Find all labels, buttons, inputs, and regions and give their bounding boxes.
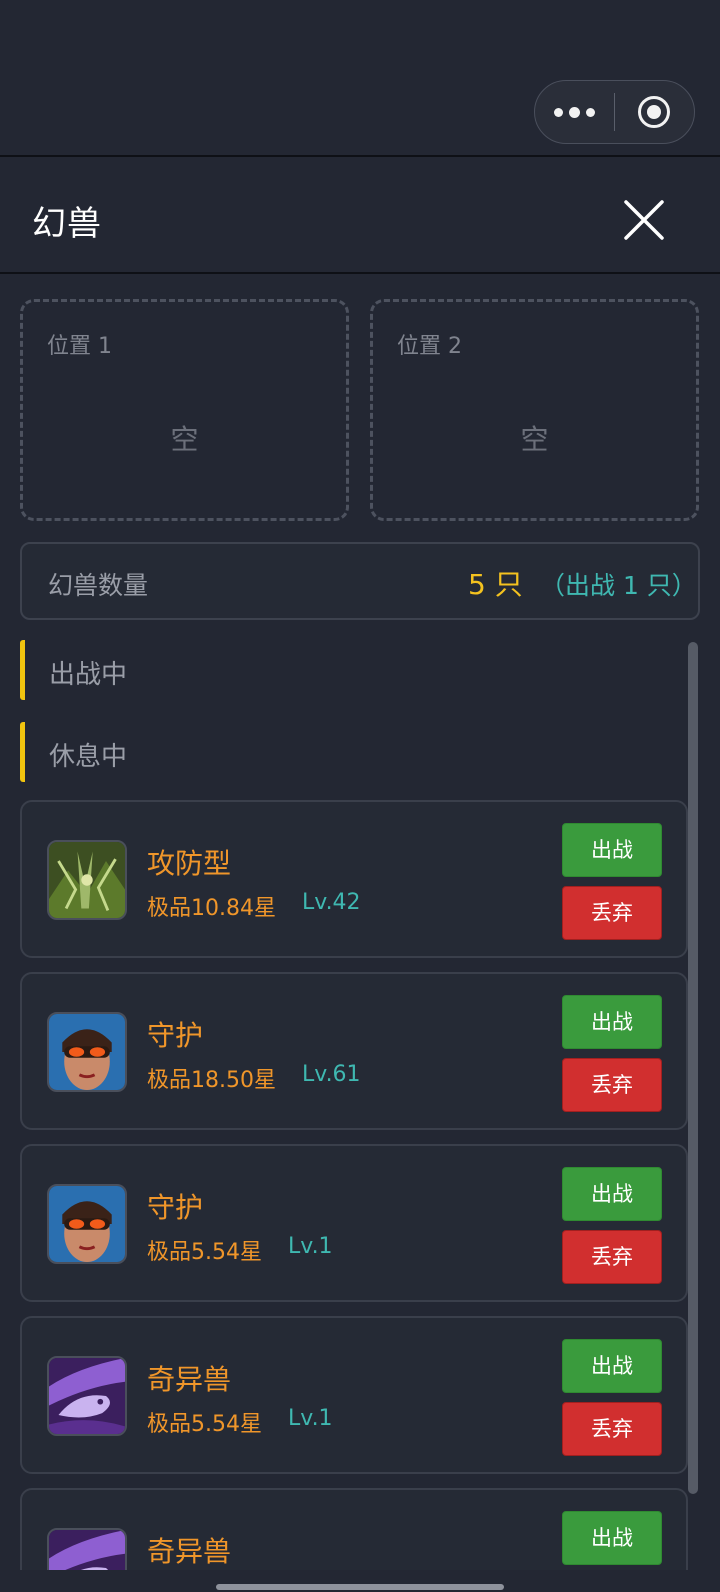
pet-card: 奇异兽 出战	[20, 1488, 688, 1570]
pet-name: 守护	[147, 1191, 204, 1224]
pet-count-value: 5 只	[468, 568, 523, 601]
nav-divider	[0, 155, 720, 157]
pet-card: 守护 极品18.50星 Lv.61 出战 丢弃	[20, 972, 688, 1130]
mini-program-capsule	[534, 80, 695, 144]
slot-label: 位置 1	[47, 334, 112, 359]
pet-count-box: 幻兽数量 5 只 （出战 1 只）	[20, 542, 700, 620]
pet-level: Lv.42	[302, 890, 361, 915]
pet-active-count: （出战 1 只）	[540, 571, 697, 600]
fight-button[interactable]: 出战	[562, 1511, 662, 1565]
pet-screen: 幻兽 位置 1 空 位置 2 空 幻兽数量 5 只 （出战 1 只） 出战中 休…	[0, 0, 720, 1592]
slot-2[interactable]: 位置 2 空	[370, 299, 699, 521]
fight-button[interactable]: 出战	[562, 995, 662, 1049]
pet-star: 极品18.50星	[147, 1068, 276, 1093]
header-divider	[0, 272, 720, 274]
pet-level: Lv.1	[288, 1234, 333, 1259]
pet-level: Lv.61	[302, 1062, 361, 1087]
section-resting: 休息中	[20, 722, 680, 782]
fight-button[interactable]: 出战	[562, 823, 662, 877]
pet-list[interactable]: 出战中 休息中 攻防型 极品10.84星 Lv.42 出战 丢弃 守护 极品18…	[0, 638, 720, 1570]
slot-1[interactable]: 位置 1 空	[20, 299, 349, 521]
pet-star: 极品5.54星	[147, 1412, 262, 1437]
pet-card: 守护 极品5.54星 Lv.1 出战 丢弃	[20, 1144, 688, 1302]
masked-warrior-icon	[47, 1012, 127, 1092]
section-title: 休息中	[49, 742, 128, 772]
pet-card: 奇异兽 极品5.54星 Lv.1 出战 丢弃	[20, 1316, 688, 1474]
home-indicator	[216, 1584, 504, 1590]
drop-button[interactable]: 丢弃	[562, 1058, 662, 1112]
pet-count-label: 幻兽数量	[48, 571, 149, 600]
page-title: 幻兽	[32, 204, 102, 244]
scrollbar[interactable]	[688, 642, 698, 1494]
pet-name: 奇异兽	[147, 1363, 232, 1396]
pet-star: 极品10.84星	[147, 896, 276, 921]
masked-warrior-icon	[47, 1184, 127, 1264]
pet-name: 守护	[147, 1019, 204, 1052]
fight-button[interactable]: 出战	[562, 1167, 662, 1221]
section-title: 出战中	[49, 660, 128, 690]
drop-button[interactable]: 丢弃	[562, 1402, 662, 1456]
drop-button[interactable]: 丢弃	[562, 1230, 662, 1284]
drop-button[interactable]: 丢弃	[562, 886, 662, 940]
section-fighting: 出战中	[20, 640, 680, 700]
purple-dragon-icon	[47, 1356, 127, 1436]
pet-name: 攻防型	[147, 847, 232, 880]
slot-label: 位置 2	[397, 334, 462, 359]
close-icon[interactable]	[622, 198, 666, 242]
pet-star: 极品5.54星	[147, 1240, 262, 1265]
pet-level: Lv.1	[288, 1406, 333, 1431]
close-program-icon[interactable]	[615, 81, 694, 143]
pet-name: 奇异兽	[147, 1535, 232, 1568]
more-options-icon[interactable]	[535, 81, 614, 143]
forest-beast-icon	[47, 840, 127, 920]
pet-card: 攻防型 极品10.84星 Lv.42 出战 丢弃	[20, 800, 688, 958]
purple-dragon-icon	[47, 1528, 127, 1570]
slot-empty-text: 空	[170, 423, 199, 456]
fight-button[interactable]: 出战	[562, 1339, 662, 1393]
slot-empty-text: 空	[520, 423, 549, 456]
